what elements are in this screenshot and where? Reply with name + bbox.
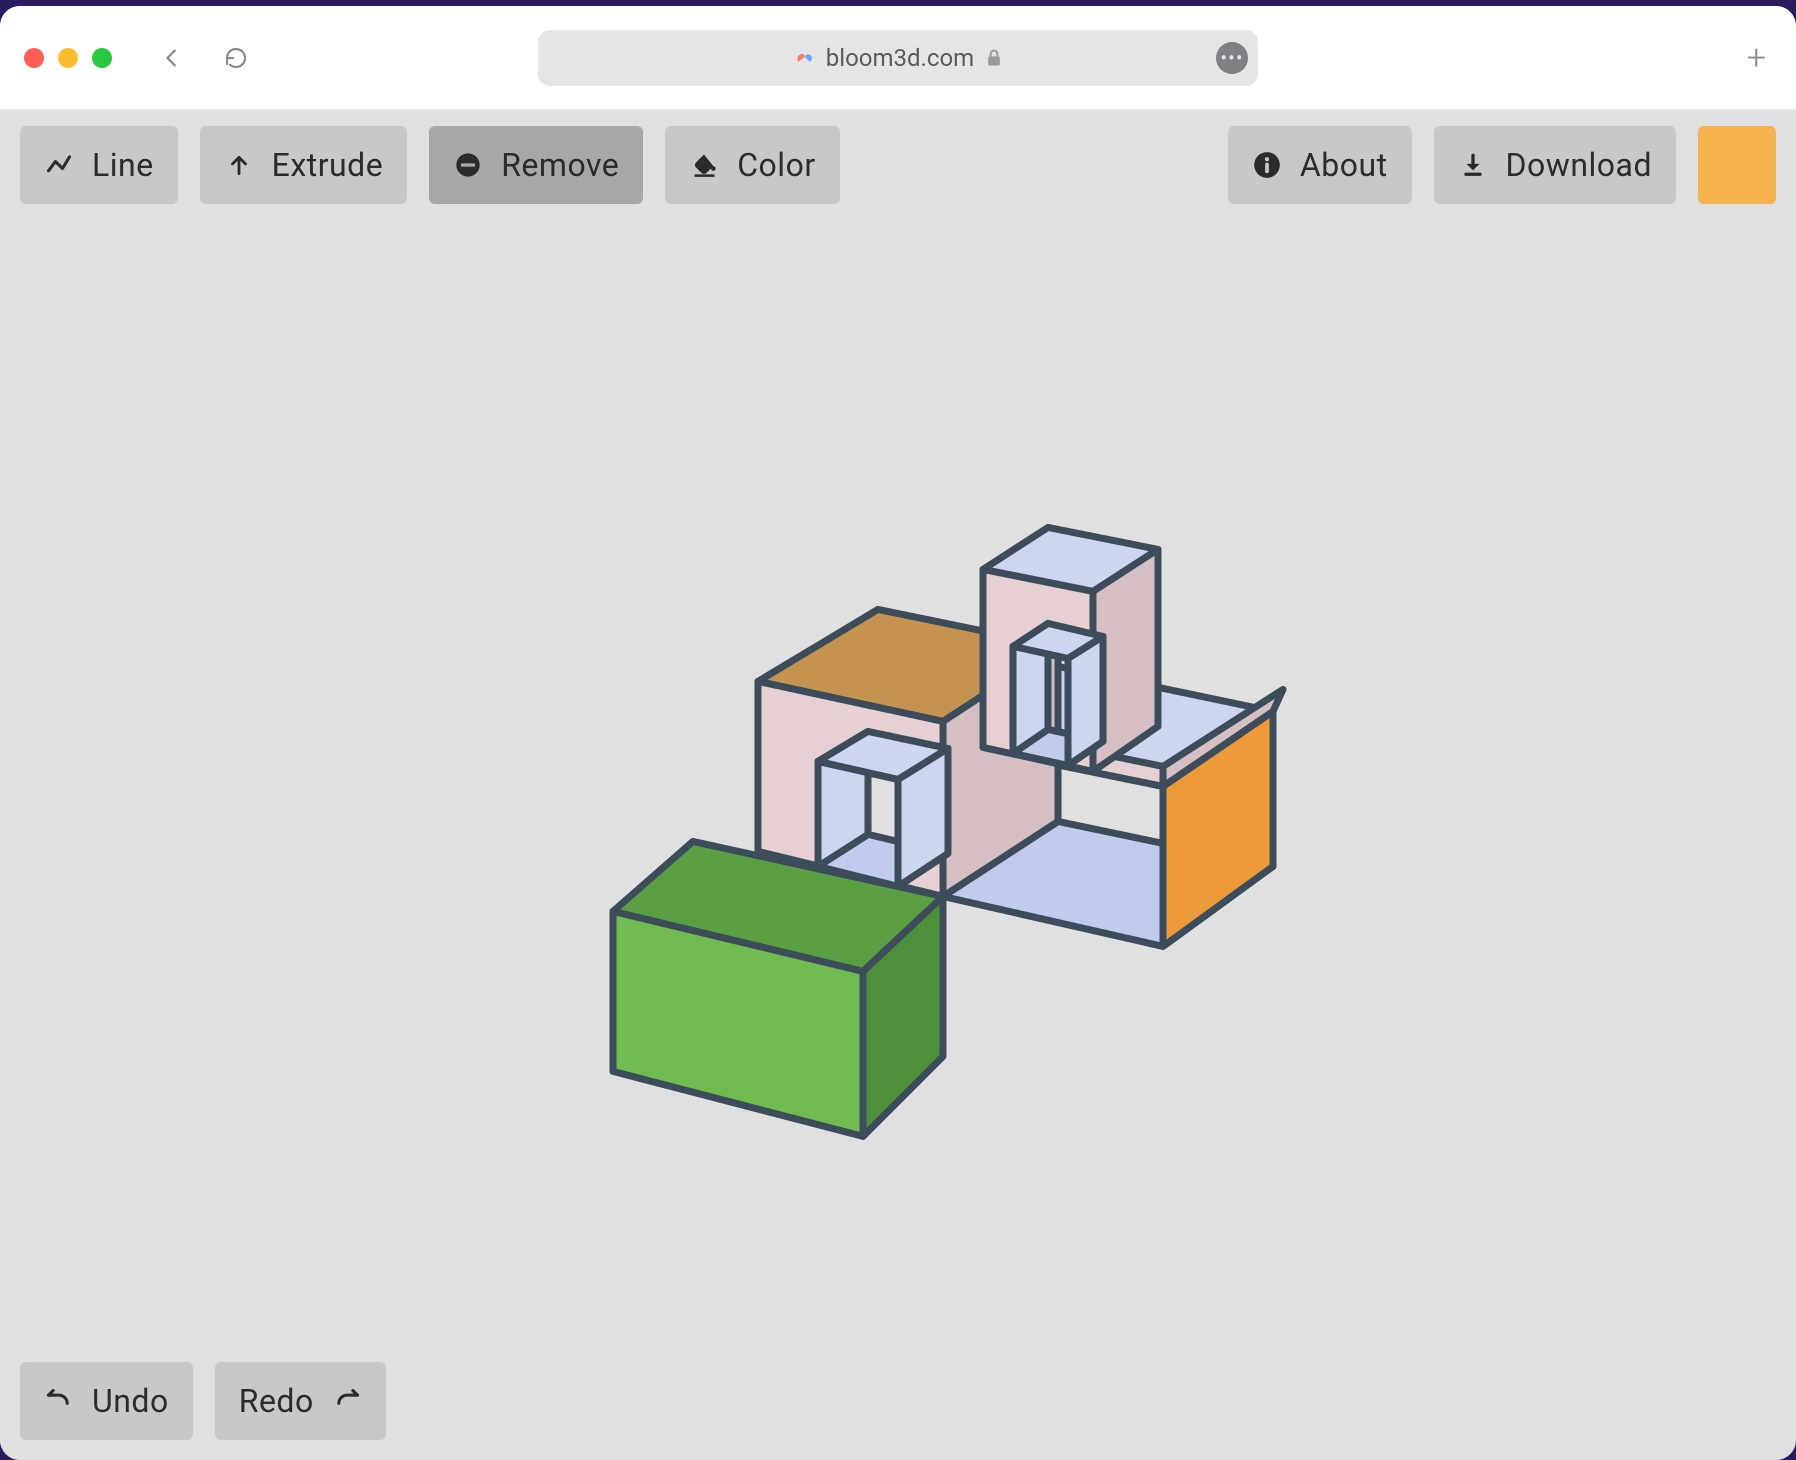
- redo-label: Redo: [239, 1382, 314, 1420]
- undo-button[interactable]: Undo: [20, 1362, 193, 1440]
- window-minimize-button[interactable]: [58, 48, 78, 68]
- reader-mode-button[interactable]: •••: [1216, 42, 1248, 74]
- app-viewport: Line Extrude Remove Color: [0, 110, 1796, 1460]
- browser-window: bloom3d.com ••• + Line Extrude: [0, 6, 1796, 1460]
- undo-icon: [44, 1386, 74, 1416]
- scene-canvas[interactable]: [0, 110, 1796, 1460]
- new-tab-button[interactable]: +: [1747, 38, 1766, 78]
- site-favicon-icon: [792, 46, 816, 70]
- scene-model: [388, 391, 1408, 1211]
- lock-icon: [984, 48, 1004, 68]
- refresh-button[interactable]: [216, 38, 256, 78]
- browser-chrome: bloom3d.com ••• +: [0, 6, 1796, 110]
- address-bar[interactable]: bloom3d.com •••: [538, 30, 1258, 86]
- redo-icon: [332, 1386, 362, 1416]
- undo-label: Undo: [92, 1382, 169, 1420]
- address-bar-host: bloom3d.com: [826, 44, 974, 72]
- bottom-toolbar: Undo Redo: [20, 1362, 386, 1440]
- window-close-button[interactable]: [24, 48, 44, 68]
- traffic-lights: [24, 48, 112, 68]
- redo-button[interactable]: Redo: [215, 1362, 386, 1440]
- window-zoom-button[interactable]: [92, 48, 112, 68]
- back-button[interactable]: [152, 38, 192, 78]
